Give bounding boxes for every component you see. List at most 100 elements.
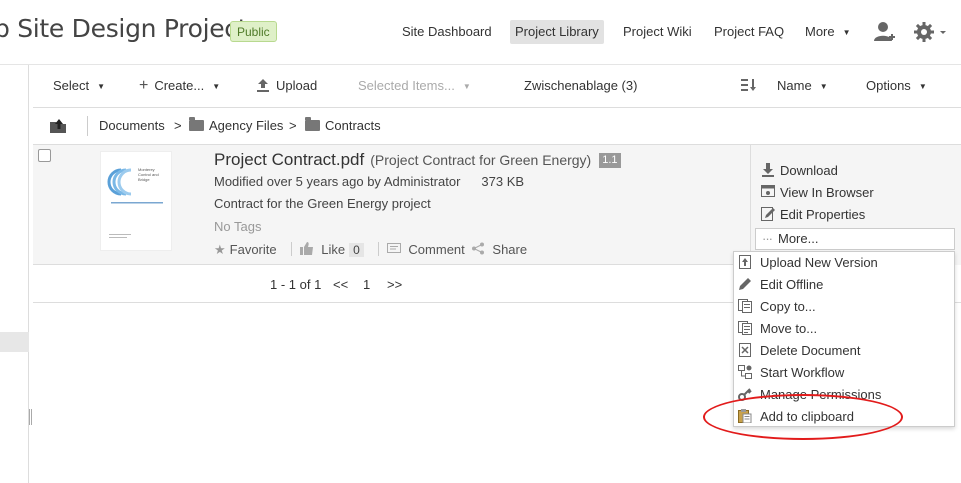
- comment-label: Comment: [408, 242, 465, 257]
- menu-start-workflow[interactable]: Start Workflow: [738, 363, 844, 383]
- menu-item-label: Start Workflow: [760, 365, 845, 380]
- red-highlight-annotation: [703, 394, 903, 440]
- version-badge: 1.1: [599, 153, 621, 168]
- upload-button[interactable]: Upload: [256, 76, 317, 96]
- sort-field-menu[interactable]: Name ▼: [777, 76, 828, 96]
- site-settings-gear-icon[interactable]: [913, 20, 949, 44]
- document-tags[interactable]: No Tags: [214, 219, 261, 234]
- more-label: More...: [778, 231, 819, 246]
- site-title[interactable]: b Site Design Project: [0, 14, 248, 43]
- edit-properties-icon: [761, 207, 775, 224]
- like-action[interactable]: Like 0: [299, 242, 364, 257]
- view-in-browser-action[interactable]: View In Browser: [761, 185, 874, 202]
- menu-item-label: Move to...: [760, 321, 818, 336]
- document-select-checkbox[interactable]: [38, 149, 51, 162]
- next-page-link[interactable]: >>: [387, 277, 402, 292]
- thumbnail-text: Monterey Control and Bridge: [138, 167, 159, 182]
- file-size: 373 KB: [481, 174, 525, 189]
- menu-copy-to[interactable]: Copy to...: [738, 297, 816, 317]
- upload-label: Upload: [276, 78, 318, 93]
- nav-label: Project Library: [515, 24, 599, 39]
- breadcrumb-agency-files[interactable]: Agency Files: [189, 117, 283, 135]
- share-icon: [471, 242, 489, 257]
- left-panel-selected-item[interactable]: [0, 332, 29, 352]
- share-action[interactable]: Share: [471, 242, 527, 257]
- folder-icon: [305, 117, 320, 131]
- breadcrumb: Documents > Agency Files > Contracts: [33, 108, 961, 145]
- menu-delete-document[interactable]: Delete Document: [738, 341, 860, 361]
- folder-up-icon[interactable]: [49, 117, 69, 135]
- comment-icon: [386, 242, 405, 257]
- more-actions-button[interactable]: ··· More...: [755, 228, 955, 250]
- previous-page-link[interactable]: <<: [333, 277, 348, 292]
- menu-upload-new-version[interactable]: Upload New Version: [738, 253, 878, 273]
- breadcrumb-documents[interactable]: Documents: [99, 117, 165, 135]
- options-label: Options: [866, 78, 911, 93]
- selected-items-menu[interactable]: Selected Items... ▼: [358, 76, 471, 96]
- download-label: Download: [780, 163, 838, 178]
- nav-label: Project FAQ: [714, 24, 785, 39]
- breadcrumb-contracts[interactable]: Contracts: [305, 117, 381, 135]
- favorite-label: Favorite: [229, 242, 277, 257]
- nav-site-dashboard[interactable]: Site Dashboard: [397, 20, 497, 44]
- browser-view-icon: [761, 185, 775, 202]
- document-name-link[interactable]: Project Contract.pdf: [214, 150, 364, 169]
- folder-icon: [189, 117, 204, 131]
- create-menu-button[interactable]: + Create... ▼: [139, 76, 220, 96]
- favorite-action[interactable]: ★ Favorite: [214, 242, 277, 258]
- nav-label: Project Wiki: [623, 24, 692, 39]
- nav-more[interactable]: More ▼: [800, 20, 856, 44]
- modified-info: Modified over 5 years ago by Administrat…: [214, 174, 461, 189]
- document-title: (Project Contract for Green Energy): [370, 152, 592, 168]
- select-label: Select: [53, 78, 90, 93]
- star-icon: ★: [214, 242, 226, 257]
- breadcrumb-label: Contracts: [325, 118, 381, 133]
- download-action[interactable]: Download: [761, 163, 838, 180]
- share-label: Share: [492, 242, 528, 257]
- create-label: Create...: [154, 78, 205, 93]
- visibility-badge: Public: [230, 21, 277, 42]
- nav-project-wiki[interactable]: Project Wiki: [618, 20, 697, 44]
- panel-resize-handle[interactable]: [29, 409, 32, 425]
- current-page[interactable]: 1: [363, 277, 370, 292]
- copy-icon: [738, 299, 752, 313]
- edit-properties-label: Edit Properties: [780, 207, 866, 222]
- edit-properties-action[interactable]: Edit Properties: [761, 207, 865, 224]
- nav-label: Site Dashboard: [402, 24, 492, 39]
- breadcrumb-separator: >: [289, 118, 297, 133]
- document-thumbnail[interactable]: Monterey Control and Bridge: [100, 151, 172, 251]
- plus-icon: +: [139, 77, 149, 94]
- sort-label: Name: [777, 78, 812, 93]
- download-icon: [761, 163, 775, 180]
- options-menu[interactable]: Options ▼: [866, 76, 927, 96]
- selected-items-label: Selected Items...: [358, 78, 455, 93]
- document-meta: Modified over 5 years ago by Administrat…: [214, 174, 524, 189]
- menu-edit-offline[interactable]: Edit Offline: [738, 275, 823, 295]
- site-header: b Site Design Project Public Site Dashbo…: [0, 0, 961, 65]
- select-menu-button[interactable]: Select ▼: [53, 76, 105, 96]
- delete-icon: [738, 343, 752, 357]
- clipboard-button[interactable]: Zwischenablage (3): [524, 76, 637, 96]
- nav-project-library[interactable]: Project Library: [510, 20, 604, 44]
- like-label: Like: [321, 242, 346, 257]
- ellipsis-icon: ···: [762, 231, 773, 246]
- chevron-down-icon: ▼: [819, 82, 828, 91]
- upload-icon: [256, 78, 270, 98]
- chevron-down-icon: ▼: [842, 28, 851, 37]
- document-row: Monterey Control and Bridge Project Cont…: [33, 145, 961, 265]
- social-actions: ★ Favorite Like 0 Comment Share: [214, 242, 533, 260]
- workflow-icon: [738, 365, 752, 379]
- breadcrumb-separator: >: [174, 118, 182, 133]
- nav-project-faq[interactable]: Project FAQ: [709, 20, 789, 44]
- divider: [290, 242, 292, 256]
- chevron-down-icon: ▼: [462, 82, 471, 91]
- doclib-toolbar: Select ▼ + Create... ▼ Upload Selected Item…: [33, 65, 961, 108]
- comment-action[interactable]: Comment: [386, 242, 465, 257]
- menu-move-to[interactable]: Move to...: [738, 319, 817, 339]
- menu-item-label: Upload New Version: [760, 255, 878, 270]
- like-count: 0: [349, 243, 364, 257]
- chevron-down-icon: ▼: [918, 82, 927, 91]
- join-site-icon[interactable]: [872, 20, 896, 44]
- sort-direction-icon[interactable]: [741, 76, 757, 96]
- menu-item-label: Copy to...: [760, 299, 816, 314]
